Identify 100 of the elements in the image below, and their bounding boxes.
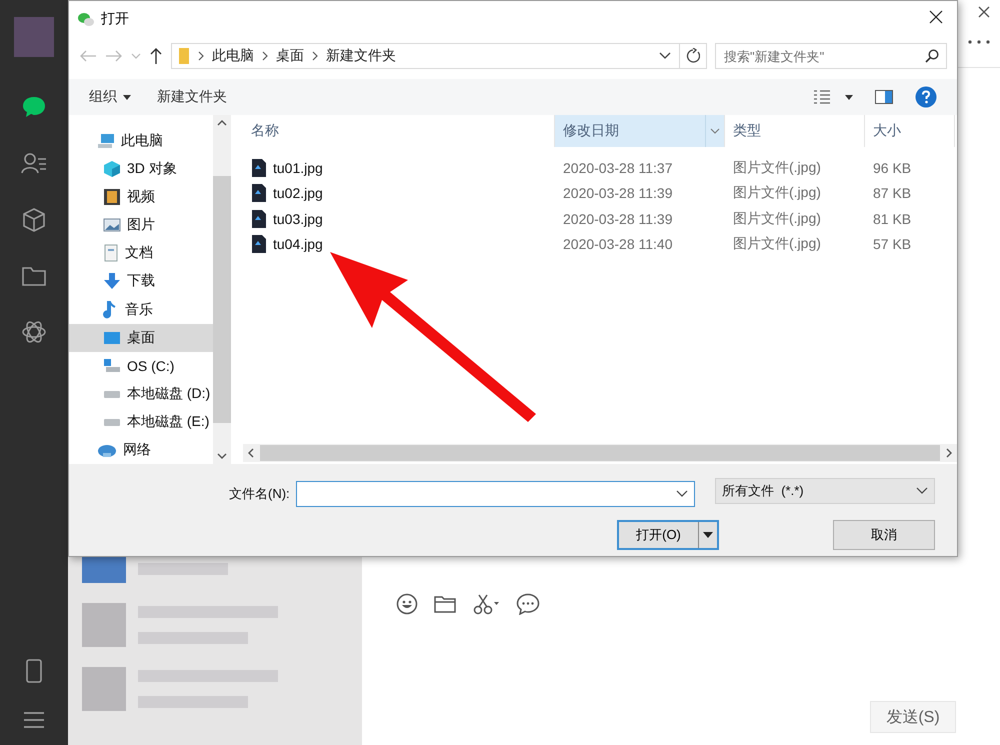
table-cell-text: 2020-03-28 11:37: [562, 160, 674, 176]
organize-button[interactable]: 组织: [89, 88, 131, 106]
send-button[interactable]: 发送(S): [870, 701, 956, 733]
nav-item[interactable]: 音乐: [69, 295, 213, 324]
avatar-placeholder: [82, 555, 126, 583]
chevron-right-icon: [262, 51, 268, 61]
nav-item[interactable]: 图片: [69, 211, 213, 240]
folder-icon[interactable]: [21, 265, 47, 287]
help-icon[interactable]: [915, 86, 937, 108]
close-icon[interactable]: [978, 6, 990, 18]
nav-item[interactable]: OS (C:): [69, 352, 213, 380]
emoji-icon[interactable]: [396, 593, 418, 615]
breadcrumb-item[interactable]: 此电脑: [212, 47, 254, 65]
contacts-icon[interactable]: [21, 151, 47, 175]
more-icon[interactable]: [968, 40, 990, 44]
image-file-icon: [251, 183, 267, 204]
chevron-right-icon: [198, 51, 204, 61]
chevron-up-icon: [217, 119, 227, 126]
close-icon[interactable]: [929, 10, 943, 24]
cube-icon[interactable]: [21, 207, 47, 233]
nav-label: 音乐: [125, 300, 153, 318]
scrollbar[interactable]: [243, 444, 957, 462]
nav-label: 图片: [127, 216, 155, 234]
image-file-icon: [251, 234, 267, 254]
table-cell-text: 图片文件(.jpg): [732, 210, 822, 228]
chevron-down-icon: [676, 490, 688, 498]
document-icon: [103, 244, 119, 262]
chat-bubble-icon[interactable]: [516, 593, 540, 615]
nav-label: OS (C:): [127, 358, 174, 374]
nav-item[interactable]: 本地磁盘 (D:): [69, 380, 213, 408]
folder-icon: [178, 47, 190, 65]
table-cell-text: 图片文件(.jpg): [732, 235, 822, 254]
nav-label: 3D 对象: [127, 160, 177, 178]
scrollbar[interactable]: [213, 115, 231, 464]
nav-label: 视频: [127, 188, 155, 206]
nav-label: 下载: [127, 272, 155, 290]
table-cell-text: 2020-03-28 11:39: [562, 185, 674, 202]
open-button[interactable]: 打开(O): [617, 520, 719, 550]
caret-icon[interactable]: [845, 94, 853, 100]
scissors-icon[interactable]: [472, 593, 500, 615]
chevron-down-icon[interactable]: [659, 52, 671, 60]
nav-item[interactable]: 桌面: [69, 324, 213, 352]
chat-bubble-icon[interactable]: [21, 95, 47, 119]
filename-field[interactable]: [296, 481, 695, 507]
nav-item[interactable]: 视频: [69, 183, 213, 212]
nav-item[interactable]: 此电脑: [69, 127, 213, 156]
details-view-icon[interactable]: [813, 90, 831, 104]
nav-item[interactable]: 下载: [69, 267, 213, 296]
table-cell-text: 57 KB: [872, 236, 912, 252]
caret-icon: [123, 94, 131, 100]
nav-label: 网络: [123, 440, 151, 459]
system-drive-icon: [103, 358, 121, 374]
computer-icon: [97, 133, 115, 150]
file-name[interactable]: tu04.jpg: [243, 234, 555, 254]
picture-icon: [103, 217, 121, 234]
dialog-title: 打开: [101, 10, 129, 28]
nav-item[interactable]: 本地磁盘 (E:): [69, 408, 213, 436]
table-cell-text: 81 KB: [872, 210, 912, 227]
down-arrow-icon: [103, 272, 121, 290]
file-type-dropdown[interactable]: 所有文件 (*.*): [715, 478, 935, 504]
nav-label: 桌面: [127, 328, 155, 347]
nav-item[interactable]: 网络: [69, 436, 213, 464]
film-icon: [103, 188, 121, 206]
menu-icon[interactable]: [23, 711, 45, 729]
column-header[interactable]: 类型: [725, 115, 865, 147]
phone-icon[interactable]: [25, 659, 43, 683]
breadcrumb-item[interactable]: 新建文件夹: [326, 47, 396, 65]
column-header[interactable]: 大小: [865, 115, 955, 147]
chevron-down-icon: [916, 487, 928, 495]
address-bar[interactable]: 此电脑 桌面 新建文件夹: [171, 43, 707, 69]
up-arrow-icon[interactable]: [149, 47, 163, 65]
nav-label: 本地磁盘 (E:): [127, 412, 210, 431]
table-cell-text: 96 KB: [872, 160, 912, 176]
search-icon: [925, 49, 939, 63]
atom-icon[interactable]: [21, 319, 47, 345]
group-avatar-placeholder: [82, 603, 126, 647]
chevron-down-icon: [217, 453, 227, 460]
breadcrumb-item[interactable]: 桌面: [276, 47, 304, 65]
table-cell-text: 图片文件(.jpg): [732, 158, 822, 177]
nav-item[interactable]: 文档: [69, 239, 213, 268]
image-file-icon: [251, 158, 267, 178]
preview-pane-icon[interactable]: [875, 90, 893, 104]
nav-label: 文档: [125, 244, 153, 262]
file-name[interactable]: tu01.jpg: [243, 158, 555, 178]
search-field[interactable]: 搜索"新建文件夹": [715, 43, 947, 69]
refresh-icon[interactable]: [686, 48, 700, 64]
chevron-right-icon: [312, 51, 318, 61]
desktop-icon: [103, 330, 121, 345]
cancel-button[interactable]: 取消: [833, 520, 935, 550]
nav-item[interactable]: 3D 对象: [69, 155, 213, 184]
column-header[interactable]: 修改日期: [555, 115, 725, 147]
folder-icon[interactable]: [434, 595, 456, 613]
filename-label: 文件名(N):: [229, 485, 290, 503]
chevron-down-icon: [710, 128, 720, 134]
file-name[interactable]: tu02.jpg: [243, 183, 555, 204]
caret-icon: [703, 532, 713, 538]
file-name[interactable]: tu03.jpg: [243, 208, 555, 229]
table-cell-text: 2020-03-28 11:40: [562, 236, 674, 252]
new-folder-button[interactable]: 新建文件夹: [157, 88, 227, 106]
app-logo-icon: [77, 11, 95, 27]
